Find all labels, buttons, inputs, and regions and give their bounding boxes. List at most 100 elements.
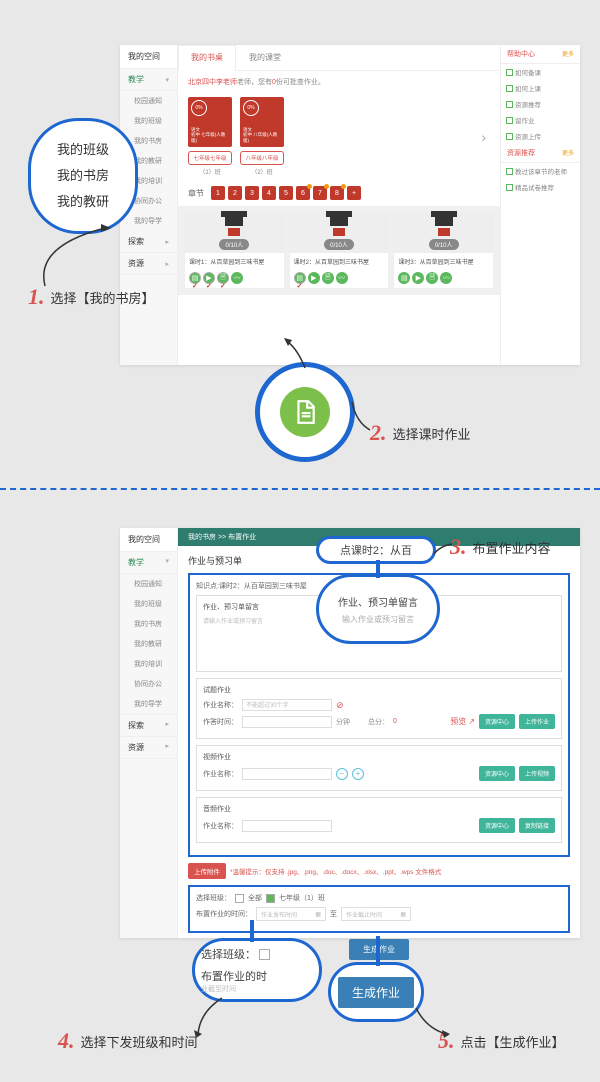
video-title: 视频作业 bbox=[203, 752, 555, 762]
sidebar-item[interactable]: 协同办公 bbox=[120, 674, 177, 694]
chapter-num[interactable]: 3 bbox=[245, 186, 259, 200]
time-ph: 作业截止时间 bbox=[346, 910, 382, 919]
step-text: 点击【生成作业】 bbox=[461, 1032, 565, 1051]
chapter-num[interactable]: 8 bbox=[330, 186, 344, 200]
start-time-input[interactable]: 作业发布时间▦ bbox=[256, 907, 326, 921]
lesson-count: 0/10人 bbox=[324, 239, 354, 250]
copy-link-button[interactable]: 复制链接 bbox=[519, 818, 555, 833]
calendar-icon: ▦ bbox=[400, 911, 406, 918]
sidebar-item[interactable]: 我的教研 bbox=[120, 634, 177, 654]
checkbox-icon bbox=[259, 949, 270, 960]
sidebar-group-explore[interactable]: 探索▸ bbox=[120, 714, 177, 737]
help-item[interactable]: 如何备课 bbox=[501, 64, 580, 80]
tab-bookshelf[interactable]: 我的书桌 bbox=[178, 45, 236, 71]
chapter-num[interactable]: 1 bbox=[211, 186, 225, 200]
upload-attachment-button[interactable]: 上传附件 bbox=[188, 863, 226, 879]
name-input[interactable] bbox=[242, 768, 332, 780]
checkbox-g7[interactable] bbox=[266, 894, 275, 903]
callout-circle bbox=[255, 362, 355, 462]
resource-center-button[interactable]: 资源中心 bbox=[479, 714, 515, 729]
next-arrow-icon[interactable]: › bbox=[481, 129, 486, 145]
gradcap-icon bbox=[225, 216, 243, 226]
resource-center-button[interactable]: 资源中心 bbox=[479, 766, 515, 781]
sidebar-group-resource[interactable]: 资源▸ bbox=[120, 737, 177, 759]
sidebar-item-class[interactable]: 我的班级 bbox=[120, 111, 177, 131]
lesson-card: 0/10人 课时1：从百草园到三味书屋 ▤ ▶ 🗎 〰 bbox=[184, 212, 285, 289]
notice-teacher: 北京四中李老师 bbox=[188, 79, 237, 86]
checkbox-all[interactable] bbox=[235, 894, 244, 903]
callout-time-label: 布置作业的时 bbox=[201, 968, 267, 984]
class-label: 选择班级： bbox=[196, 893, 231, 903]
video-icon[interactable]: ▶ bbox=[203, 272, 215, 284]
file-icon[interactable]: 🗎 bbox=[322, 272, 334, 284]
book-card[interactable]: 0% 语文初中 七年级(人教版) 七年级七年级 （1）班 bbox=[188, 97, 232, 176]
book-label: 七年级七年级 bbox=[188, 151, 232, 165]
error-icon: ⊘ bbox=[336, 700, 344, 711]
chapter-add[interactable]: + bbox=[347, 186, 361, 200]
help-item[interactable]: 留作业 bbox=[501, 112, 580, 128]
sidebar-item-notice[interactable]: 校园通知 bbox=[120, 91, 177, 111]
callout-line: 我的书房 bbox=[51, 163, 115, 189]
doc-icon[interactable]: ▤ bbox=[398, 272, 410, 284]
tab-classroom[interactable]: 我的课堂 bbox=[236, 45, 294, 70]
doc-icon[interactable]: ▤ bbox=[294, 272, 306, 284]
chevron-right-icon: ▸ bbox=[165, 260, 169, 268]
chart-icon[interactable]: 〰 bbox=[336, 272, 348, 284]
name-input[interactable] bbox=[242, 820, 332, 832]
sidebar-group-teach[interactable]: 教学▾ bbox=[120, 552, 177, 574]
step-text: 布置作业内容 bbox=[473, 538, 551, 557]
help-item[interactable]: 如何上课 bbox=[501, 80, 580, 96]
upload-homework-button[interactable]: 上传作业 bbox=[519, 714, 555, 729]
all-label: 全部 bbox=[248, 893, 262, 903]
sidebar-group-teach[interactable]: 教学▾ bbox=[120, 69, 177, 91]
chart-icon[interactable]: 〰 bbox=[231, 272, 243, 284]
chapter-label: 章节 bbox=[188, 188, 204, 199]
arrow-line bbox=[348, 400, 378, 438]
chapter-num[interactable]: 6 bbox=[296, 186, 310, 200]
connector-line bbox=[244, 918, 264, 944]
end-time-input[interactable]: 作业截止时间 ▦ bbox=[341, 907, 411, 921]
lesson-title: 课时2：从百草园到三味书屋 bbox=[290, 253, 389, 270]
callout-line: 我的教研 bbox=[51, 189, 115, 215]
plus-icon[interactable]: + bbox=[352, 768, 364, 780]
tabs: 我的书桌 我的课堂 bbox=[178, 45, 500, 71]
chapter-num[interactable]: 5 bbox=[279, 186, 293, 200]
chapter-num[interactable]: 7 bbox=[313, 186, 327, 200]
chapter-num[interactable]: 2 bbox=[228, 186, 242, 200]
file-icon[interactable]: 🗎 bbox=[217, 272, 229, 284]
sidebar-item[interactable]: 校园通知 bbox=[120, 574, 177, 594]
file-icon[interactable]: 🗎 bbox=[426, 272, 438, 284]
right-panel: 帮助中心更多 如何备课 如何上课 资源推荐 留作业 资源上传 资源推荐更多 教过… bbox=[500, 45, 580, 365]
help-item[interactable]: 资源上传 bbox=[501, 128, 580, 144]
more-link[interactable]: 更多 bbox=[562, 148, 574, 158]
video-box: 视频作业 作业名称： − + 资源中心 上传视频 bbox=[196, 745, 562, 791]
video-icon[interactable]: ▶ bbox=[308, 272, 320, 284]
preview-link[interactable]: 预览↗ bbox=[450, 714, 475, 729]
doc-icon[interactable]: ▤ bbox=[189, 272, 201, 284]
sidebar-item[interactable]: 我的培训 bbox=[120, 654, 177, 674]
help-item[interactable]: 资源推荐 bbox=[501, 96, 580, 112]
more-link[interactable]: 更多 bbox=[562, 49, 574, 59]
sidebar-item[interactable]: 我的书房 bbox=[120, 614, 177, 634]
callout-select-class: 选择班级： 布置作业的时 业截至时间 bbox=[192, 938, 322, 1002]
time-input[interactable] bbox=[242, 716, 332, 728]
upload-video-button[interactable]: 上传视频 bbox=[519, 766, 555, 781]
resource-center-button[interactable]: 资源中心 bbox=[479, 818, 515, 833]
rec-item[interactable]: 精品试卷推荐 bbox=[501, 179, 580, 195]
name-input[interactable]: 不能超过30个字 bbox=[242, 699, 332, 711]
callout-hw-title: 作业、预习单留言 bbox=[338, 594, 418, 609]
chart-icon[interactable]: 〰 bbox=[440, 272, 452, 284]
book-card[interactable]: 0% 语文初中 八年级(人教版) 八年级八年级 （2）班 bbox=[240, 97, 284, 176]
minus-icon[interactable]: − bbox=[336, 768, 348, 780]
chevron-right-icon: ▸ bbox=[165, 742, 169, 753]
sidebar-item[interactable]: 我的班级 bbox=[120, 594, 177, 614]
rec-item[interactable]: 教过该章节的老师 bbox=[501, 163, 580, 179]
callout-generate: 生成作业 bbox=[328, 962, 424, 1022]
app-top: 我的空间 教学▾ 校园通知 我的班级 我的书房 我的教研 我的培训 协同办公 我… bbox=[120, 45, 580, 365]
gradcap-icon bbox=[330, 216, 348, 226]
sidebar-item[interactable]: 我的导学 bbox=[120, 694, 177, 714]
book-class: （1）班 bbox=[188, 167, 232, 176]
chapter-num[interactable]: 4 bbox=[262, 186, 276, 200]
video-icon[interactable]: ▶ bbox=[412, 272, 424, 284]
step-5: 5.点击【生成作业】 bbox=[438, 1028, 565, 1054]
